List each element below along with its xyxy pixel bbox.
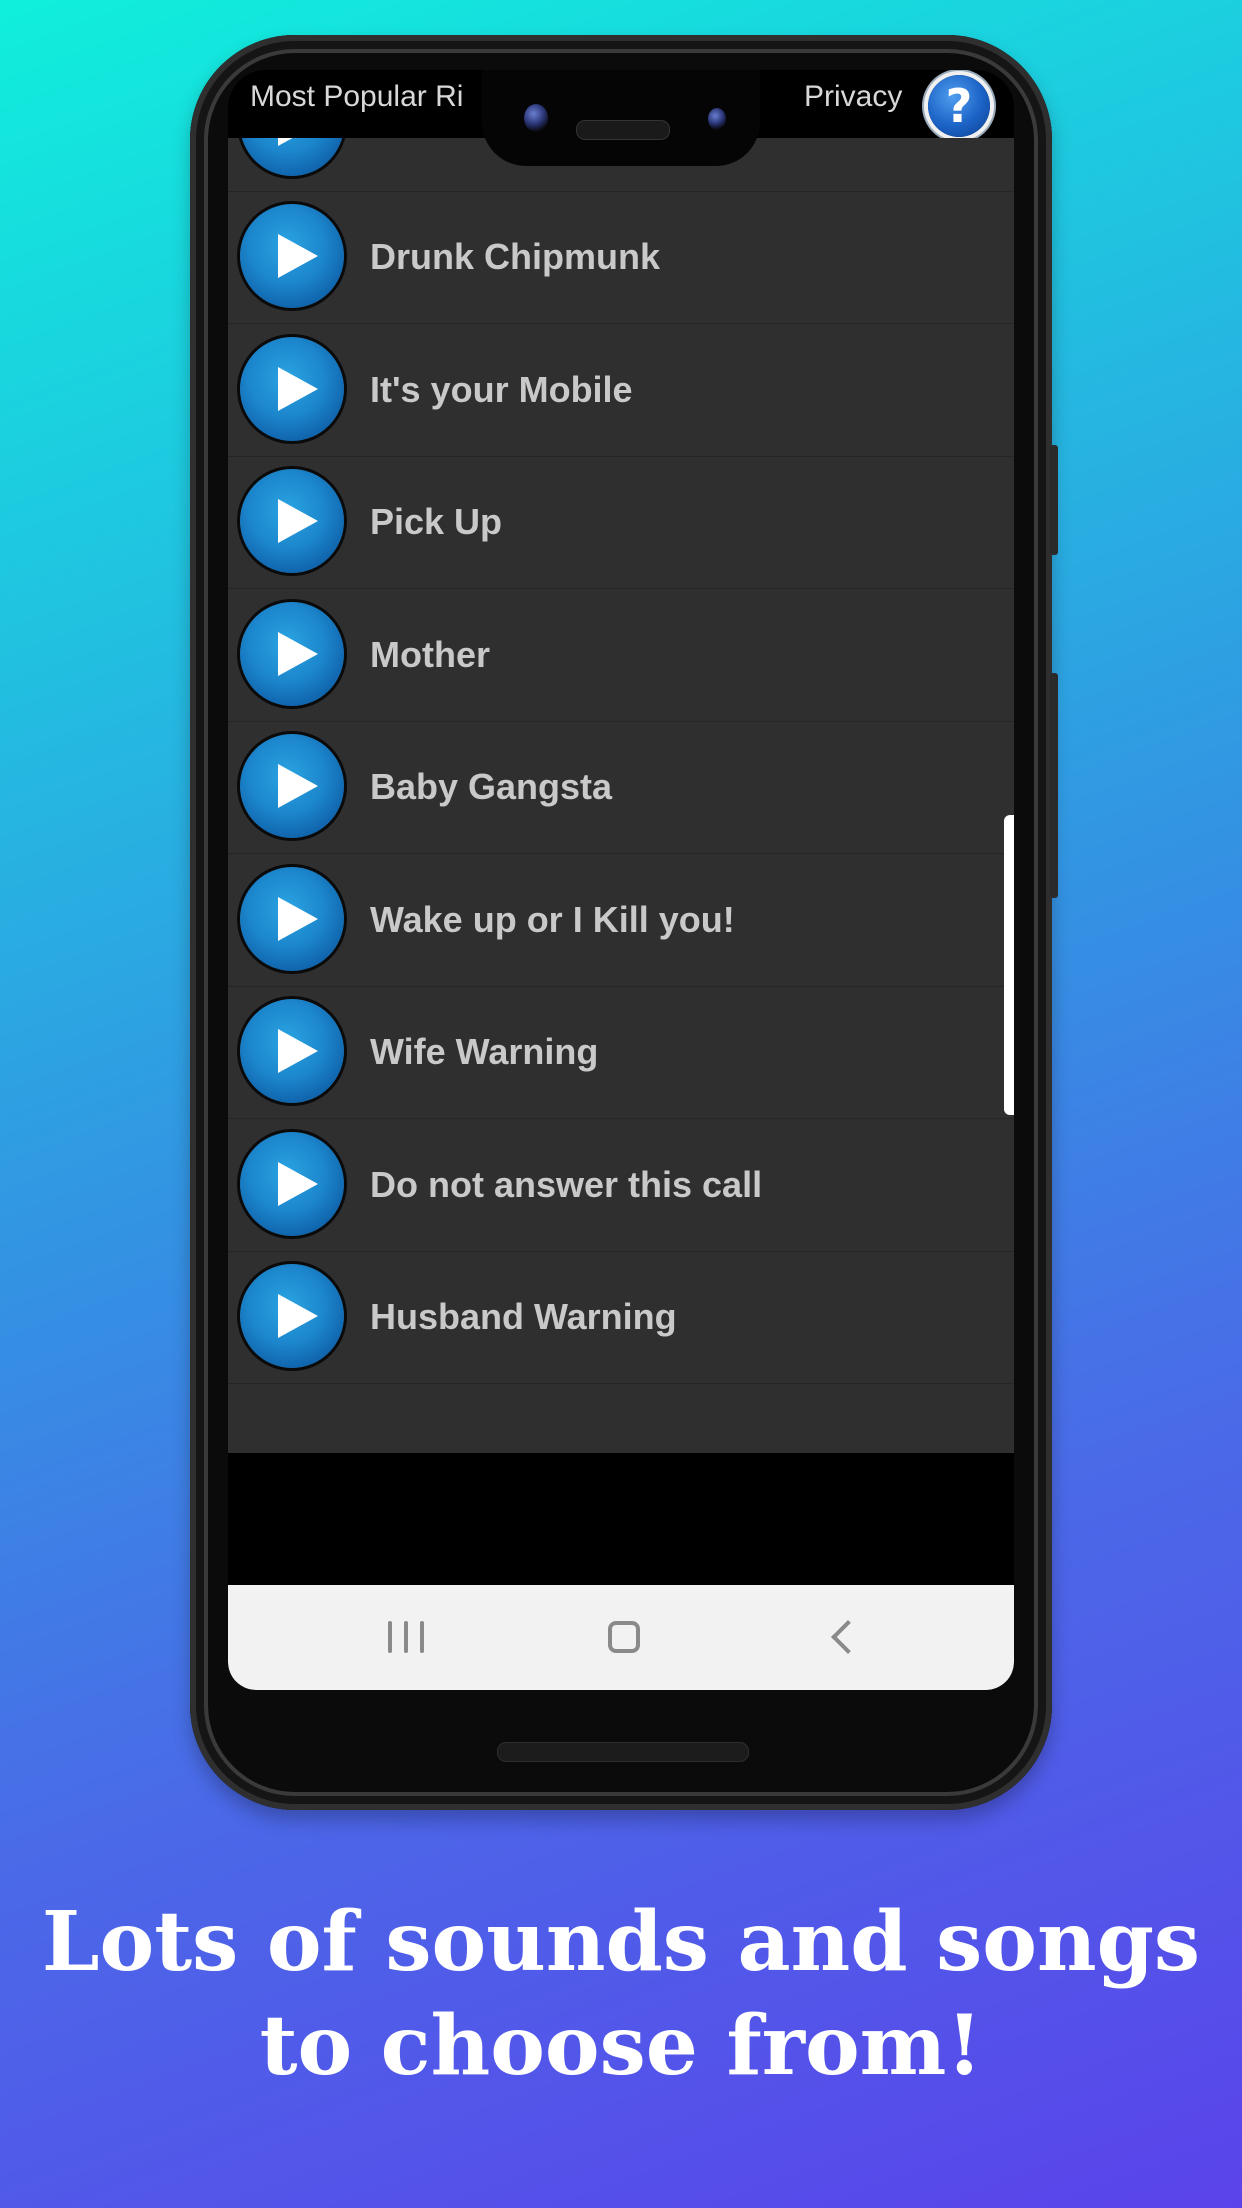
- ringtone-list[interactable]: Zzzzzz Drunk Chipmunk It's your Mobile P…: [228, 138, 1014, 1453]
- list-item[interactable]: Do not answer this call: [228, 1119, 1014, 1252]
- list-item[interactable]: It's your Mobile: [228, 324, 1014, 457]
- ringtone-name: Mother: [370, 634, 490, 675]
- system-nav-bar: [228, 1585, 1014, 1690]
- list-scrollbar[interactable]: [1004, 815, 1014, 1115]
- front-sensor-icon: [708, 108, 726, 130]
- phone-bottom-speaker: [497, 1742, 749, 1762]
- play-icon: [278, 138, 318, 146]
- promo-caption: Lots of sounds and songs to choose from!: [0, 1890, 1242, 2098]
- play-icon: [278, 234, 318, 278]
- play-icon: [278, 1294, 318, 1338]
- ringtone-name: Pick Up: [370, 501, 503, 542]
- list-item[interactable]: Wake up or I Kill you!: [228, 854, 1014, 987]
- ringtone-name: Zzzzzz: [370, 138, 482, 191]
- play-button[interactable]: [240, 999, 344, 1103]
- play-icon: [278, 764, 318, 808]
- play-icon: [278, 1029, 318, 1073]
- help-button[interactable]: ?: [928, 75, 990, 137]
- play-button[interactable]: [240, 138, 344, 176]
- recents-icon[interactable]: [388, 1621, 424, 1653]
- play-icon: [278, 1162, 318, 1206]
- play-button[interactable]: [240, 204, 344, 308]
- home-icon[interactable]: [608, 1621, 640, 1653]
- back-icon[interactable]: [831, 1620, 865, 1654]
- ringtone-name: Drunk Chipmunk: [370, 236, 661, 277]
- app-title: Most Popular Ri: [250, 80, 464, 113]
- phone-volume-button: [1050, 445, 1058, 555]
- phone-power-button: [1050, 673, 1058, 898]
- list-item[interactable]: Pick Up: [228, 456, 1014, 589]
- ringtone-name: It's your Mobile: [370, 369, 633, 410]
- caption-line-1: Lots of sounds and songs: [41, 1894, 1201, 1990]
- ringtone-name: Do not answer this call: [370, 1164, 763, 1205]
- ringtone-name: Husband Warning: [370, 1296, 677, 1337]
- list-item[interactable]: Husband Warning: [228, 1251, 1014, 1384]
- question-mark-icon: ?: [945, 79, 973, 133]
- caption-line-2: to choose from!: [259, 1998, 983, 2094]
- play-button[interactable]: [240, 867, 344, 971]
- play-icon: [278, 499, 318, 543]
- privacy-link[interactable]: Privacy: [804, 80, 902, 114]
- ringtone-name: Baby Gangsta: [370, 766, 613, 807]
- play-icon: [278, 897, 318, 941]
- play-button[interactable]: [240, 337, 344, 441]
- list-item[interactable]: Drunk Chipmunk: [228, 191, 1014, 324]
- play-button[interactable]: [240, 734, 344, 838]
- play-icon: [278, 367, 318, 411]
- ringtone-name: Wake up or I Kill you!: [370, 899, 735, 940]
- list-item[interactable]: Baby Gangsta: [228, 721, 1014, 854]
- play-icon: [278, 632, 318, 676]
- earpiece-speaker: [576, 120, 670, 140]
- phone-screen: Most Popular Ri Privacy ? Zzzzzz Drunk C…: [228, 70, 1014, 1690]
- play-button[interactable]: [240, 1264, 344, 1368]
- list-item[interactable]: Mother: [228, 589, 1014, 722]
- ringtone-name: Wife Warning: [370, 1031, 599, 1072]
- phone-notch: [482, 70, 760, 166]
- ad-space: [228, 1453, 1014, 1585]
- list-item[interactable]: Wife Warning: [228, 986, 1014, 1119]
- front-camera-icon: [524, 104, 548, 132]
- play-button[interactable]: [240, 469, 344, 573]
- play-button[interactable]: [240, 602, 344, 706]
- play-button[interactable]: [240, 1132, 344, 1236]
